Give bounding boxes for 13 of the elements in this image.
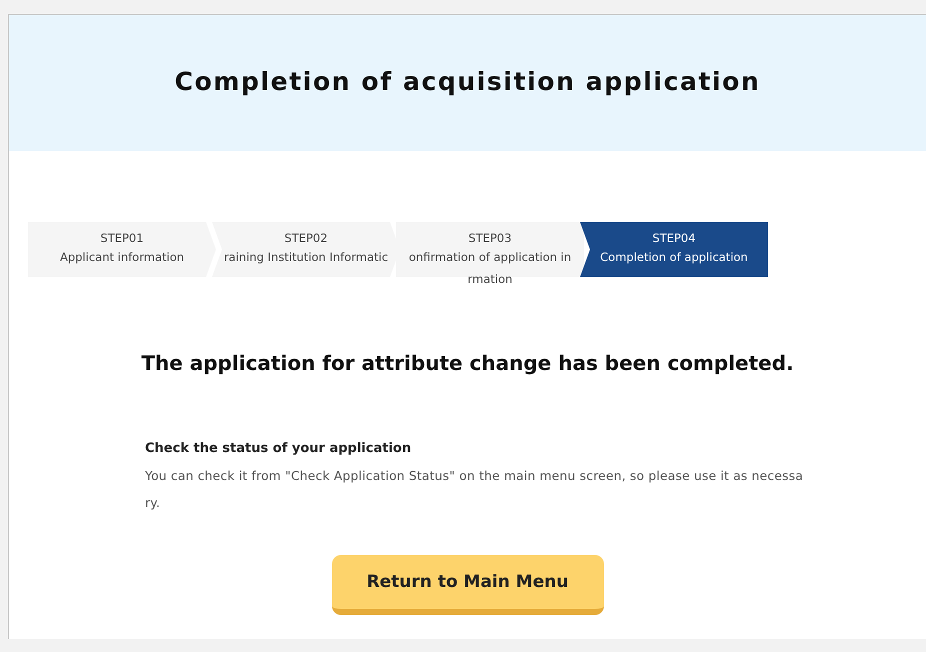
completion-message: The application for attribute change has been completed. xyxy=(140,351,795,375)
status-text: You can check it from "Check Application Status" on the main menu screen, so please use it as necessa ry. xyxy=(145,468,804,512)
step-number: STEP03 xyxy=(468,230,512,246)
section-heading: Check the status of your application xyxy=(145,441,412,456)
step-label: Applicant information xyxy=(60,249,184,266)
step-label: raining Institution Informatic xyxy=(224,249,388,266)
step-number: STEP02 xyxy=(284,230,328,246)
page-title: Completion of acquisition application xyxy=(174,66,760,96)
step-number: STEP01 xyxy=(100,230,144,246)
step-label: onfirmation of application in rmation xyxy=(408,249,572,288)
return-main-menu-button[interactable]: Return to Main Menu xyxy=(332,555,604,615)
step-number: STEP04 xyxy=(652,230,696,246)
step-label: Completion of application xyxy=(600,249,748,266)
